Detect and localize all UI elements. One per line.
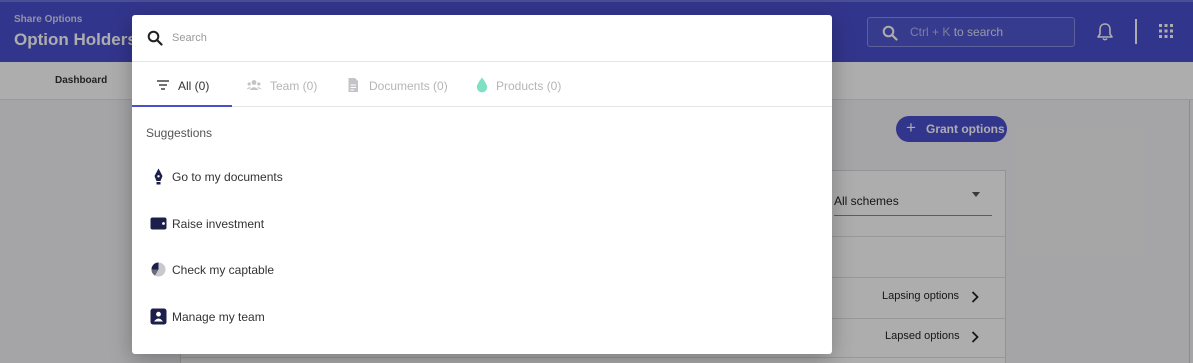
suggestion-label: Go to my documents	[172, 170, 283, 184]
pie-chart-icon	[151, 262, 166, 277]
tab-products[interactable]: Products (0)	[472, 63, 572, 106]
tab-team-label: Team (0)	[270, 79, 318, 93]
person-badge-icon	[150, 308, 167, 325]
filter-lines-icon	[157, 80, 169, 90]
droplet-icon	[476, 77, 488, 93]
search-bar	[132, 15, 832, 62]
suggestion-raise-investment[interactable]: Raise investment	[132, 208, 832, 240]
suggestion-label: Manage my team	[172, 310, 265, 324]
search-icon	[147, 30, 163, 46]
people-icon	[246, 80, 262, 90]
suggestions-heading: Suggestions	[146, 126, 213, 140]
tab-all-label: All (0)	[178, 79, 210, 93]
suggestion-label: Check my captable	[172, 263, 275, 277]
suggestion-go-to-documents[interactable]: Go to my documents	[132, 161, 832, 193]
search-input[interactable]	[172, 27, 812, 49]
document-icon	[348, 78, 358, 92]
tab-all[interactable]: All (0)	[132, 63, 232, 107]
suggestion-label: Raise investment	[172, 217, 265, 231]
tab-documents[interactable]: Documents (0)	[343, 63, 453, 106]
search-dialog: All (0) Team (0) Documents (0)	[132, 15, 832, 354]
tab-team[interactable]: Team (0)	[242, 63, 332, 106]
suggestion-check-captable[interactable]: Check my captable	[132, 254, 832, 286]
pen-nib-icon	[154, 168, 163, 185]
search-category-tabs: All (0) Team (0) Documents (0) Products …	[132, 63, 832, 107]
tab-products-label: Products (0)	[496, 79, 562, 93]
wallet-icon	[150, 217, 167, 230]
suggestion-manage-team[interactable]: Manage my team	[132, 301, 832, 333]
tab-documents-label: Documents (0)	[369, 79, 448, 93]
